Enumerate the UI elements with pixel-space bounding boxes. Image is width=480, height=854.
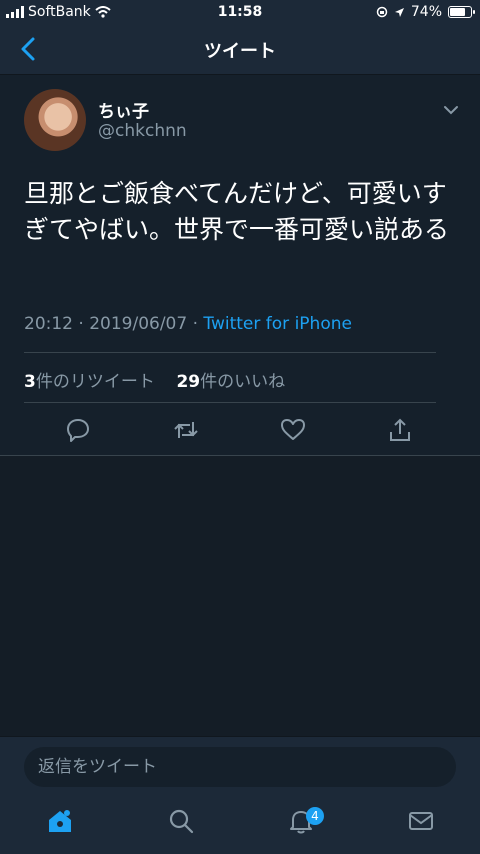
- notification-badge: 4: [306, 807, 324, 825]
- tweet-actions: [0, 411, 480, 451]
- reply-input[interactable]: 返信をツイート: [24, 747, 456, 787]
- search-icon[interactable]: [167, 807, 195, 835]
- location-icon: [394, 7, 404, 17]
- retweet-count: 3: [24, 372, 36, 392]
- battery-percent: 74%: [410, 4, 442, 20]
- heart-icon[interactable]: [280, 417, 306, 443]
- retweet-icon[interactable]: [173, 417, 199, 443]
- source-link[interactable]: Twitter for iPhone: [203, 314, 352, 334]
- bottom-bar: 返信をツイート: [0, 736, 480, 854]
- battery-icon: [448, 6, 475, 18]
- tweet-meta: 20:12 · 2019/06/07 · Twitter for iPhone: [24, 314, 352, 334]
- user-handle[interactable]: @chkchnn: [98, 121, 187, 141]
- display-name[interactable]: ちぃ子: [98, 97, 149, 122]
- share-icon[interactable]: [387, 417, 413, 443]
- status-bar: SoftBank 11:58 74%: [0, 0, 480, 24]
- page-title: ツイート: [204, 41, 276, 62]
- divider: [24, 402, 436, 403]
- like-count: 29: [176, 372, 201, 392]
- like-label: 件のいいね: [200, 372, 286, 392]
- reply-icon[interactable]: [65, 417, 91, 443]
- like-stat[interactable]: 29件のいいね: [176, 372, 285, 392]
- mail-icon[interactable]: [407, 807, 435, 835]
- home-icon[interactable]: [46, 807, 74, 835]
- rotation-lock-icon: [376, 6, 388, 18]
- tweet-text: 旦那とご飯食べてんだけど、可愛いすぎてやばい。世界で一番可愛い説ある: [24, 179, 450, 244]
- nav-bar: ツイート: [0, 24, 480, 75]
- timestamp: 20:12 · 2019/06/07 ·: [24, 314, 204, 334]
- retweet-label: 件のリツイート: [35, 372, 155, 392]
- chevron-down-icon[interactable]: [442, 101, 460, 119]
- avatar[interactable]: [24, 89, 86, 151]
- tweet-detail: ちぃ子 @chkchnn 旦那とご飯食べてんだけど、可愛いすぎてやばい。世界で一…: [0, 75, 480, 456]
- status-right-group: 74%: [376, 4, 475, 20]
- tweet-stats: 3件のリツイート 29件のいいね: [24, 367, 285, 392]
- divider: [24, 352, 436, 353]
- retweet-stat[interactable]: 3件のリツイート: [24, 372, 155, 392]
